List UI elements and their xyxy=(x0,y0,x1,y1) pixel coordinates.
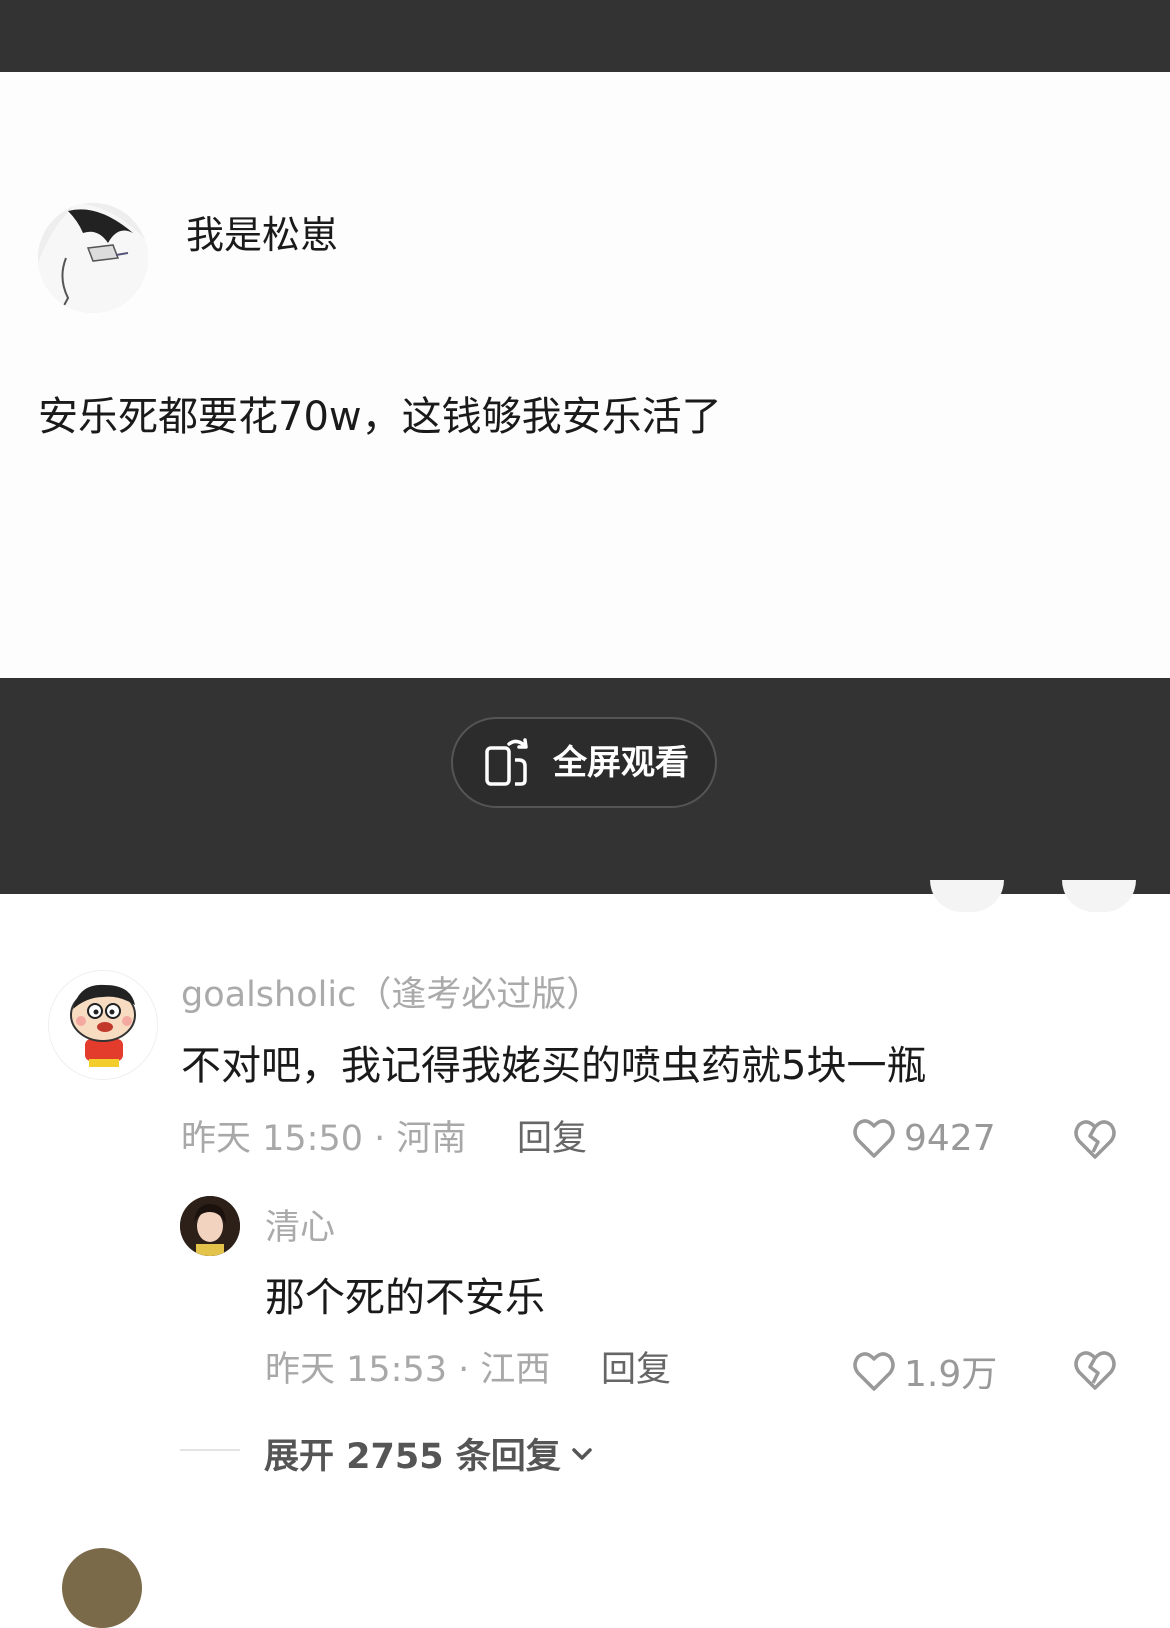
reply-meta: 昨天 15:53 · 江西 xyxy=(265,1350,551,1390)
broken-heart-icon xyxy=(1074,1351,1116,1390)
reply-avatar[interactable] xyxy=(180,1196,240,1256)
status-bar xyxy=(0,0,1170,72)
comment-username[interactable]: goalsholic（逢考必过版） xyxy=(181,972,601,1018)
heart-icon xyxy=(853,1119,895,1158)
rotate-phone-icon xyxy=(485,737,528,786)
comment-meta: 昨天 15:50 · 河南 xyxy=(181,1119,467,1159)
reply-dislike-button[interactable] xyxy=(1070,1345,1120,1397)
chevron-down-icon xyxy=(572,1447,592,1460)
reply-text: 那个死的不安乐 xyxy=(265,1275,545,1321)
reply-like-button[interactable]: 1.9万 xyxy=(850,1345,997,1397)
expand-replies-label: 展开 2755 条回复 xyxy=(264,1437,561,1477)
reply-like-count: 1.9万 xyxy=(904,1354,998,1395)
author-avatar[interactable] xyxy=(38,203,148,313)
like-count: 9427 xyxy=(904,1117,996,1159)
like-button[interactable]: 9427 xyxy=(850,1114,996,1162)
heart-icon xyxy=(853,1352,895,1391)
dislike-button[interactable] xyxy=(1070,1114,1120,1166)
reply-button[interactable]: 回复 xyxy=(517,1116,587,1162)
woman-photo-avatar-icon xyxy=(180,1196,240,1256)
manga-avatar-icon xyxy=(38,203,148,313)
next-comment-avatar[interactable] xyxy=(62,1548,142,1628)
comment-avatar[interactable] xyxy=(48,970,158,1080)
author-name[interactable]: 我是松崽 xyxy=(186,210,338,260)
fullscreen-button[interactable]: 全屏观看 xyxy=(451,717,717,808)
ghost-button-right xyxy=(1062,880,1136,912)
ghost-button-left xyxy=(930,880,1004,912)
reply-username[interactable]: 清心 xyxy=(265,1205,335,1251)
fullscreen-label: 全屏观看 xyxy=(553,742,689,783)
broken-heart-icon xyxy=(1074,1120,1116,1159)
post-text: 安乐死都要花70w，这钱够我安乐活了 xyxy=(38,394,722,440)
cartoon-boy-avatar-icon xyxy=(49,971,157,1079)
comment-text: 不对吧，我记得我姥买的喷虫药就5块一瓶 xyxy=(181,1043,927,1089)
expand-replies-button[interactable]: 展开 2755 条回复 xyxy=(264,1428,597,1479)
expand-divider xyxy=(180,1449,240,1451)
reply-reply-button[interactable]: 回复 xyxy=(601,1347,671,1393)
post-card xyxy=(0,72,1170,678)
